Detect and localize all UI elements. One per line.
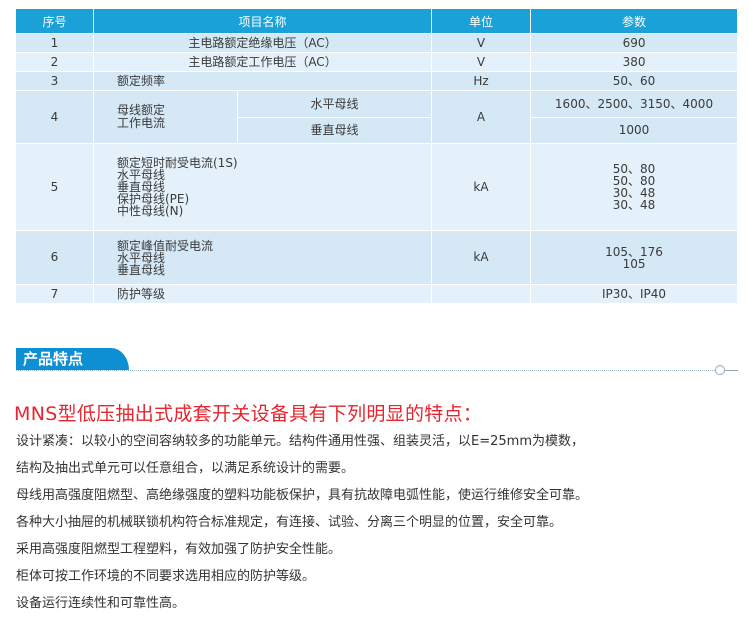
cell-no: 2 <box>16 53 94 72</box>
cell-no: 5 <box>16 144 94 231</box>
cell-value: 50、60 <box>531 72 739 91</box>
cell-value: IP30、IP40 <box>531 285 739 304</box>
cell-no: 3 <box>16 72 94 91</box>
cell-item: 主电路额定绝缘电压（AC） <box>94 34 433 53</box>
cell-value: 690 <box>531 34 739 53</box>
feature-item: 母线用高强度阻燃型、高绝缘强度的塑料功能板保护，具有抗故障电弧性能，使运行维修安… <box>16 488 589 503</box>
table-row: 4 母线额定 工作电流 水平母线 A 1600、2500、3150、4000 <box>16 91 739 144</box>
section-divider <box>16 370 717 371</box>
table-header-row: 序号 项目名称 单位 参数 <box>16 9 739 34</box>
table-row: 6 额定峰值耐受电流 水平母线 垂直母线 kA 105、176 105 <box>16 231 739 285</box>
features-headline: MNS型低压抽出式成套开关设备具有下列明显的特点： <box>14 403 483 425</box>
cell-value: 1600、2500、3150、4000 <box>531 91 739 118</box>
feature-item: 采用高强度阻燃型工程塑料，有效加强了防护安全性能。 <box>16 542 342 557</box>
table-row: 1 主电路额定绝缘电压（AC） V 690 <box>16 34 739 53</box>
cell-no: 7 <box>16 285 94 304</box>
cell-unit: kA <box>432 231 532 285</box>
cell-item: 母线额定 工作电流 <box>94 91 238 144</box>
feature-item: 设计紧凑：以较小的空间容纳较多的功能单元。结构件通用性强、组装灵活，以E=25m… <box>16 434 584 449</box>
table-row: 7 防护等级 IP30、IP40 <box>16 285 739 304</box>
cell-unit: V <box>432 34 532 53</box>
cell-value: 105、176 105 <box>531 231 739 285</box>
features-list: 设计紧凑：以较小的空间容纳较多的功能单元。结构件通用性强、组装灵活，以E=25m… <box>16 433 588 622</box>
cell-item-line: 中性母线(N) <box>117 204 184 218</box>
cell-item-line: 水平母线 <box>117 250 166 265</box>
feature-item: 各种大小抽屉的机械联锁机构符合标准规定，有连接、试验、分离三个明显的位置，安全可… <box>16 515 563 530</box>
cell-value-line: 105 <box>622 256 646 271</box>
cell-value: 380 <box>531 53 739 72</box>
cell-value-line: 105、176 <box>605 244 663 259</box>
feature-item: 结构及抽出式单元可以任意组合，以满足系统设计的需要。 <box>16 461 355 476</box>
header-unit: 单位 <box>432 9 532 34</box>
cell-unit: V <box>432 53 532 72</box>
cell-item-line: 额定峰值耐受电流 <box>117 238 214 253</box>
spec-table: 序号 项目名称 单位 参数 1 主电路额定绝缘电压（AC） V 690 2 主电… <box>16 9 739 304</box>
cell-no: 1 <box>16 34 94 53</box>
table-row: 2 主电路额定工作电压（AC） V 380 <box>16 53 739 72</box>
cell-unit <box>432 285 532 304</box>
cell-unit: Hz <box>432 72 532 91</box>
cell-item: 额定频率 <box>94 72 433 91</box>
cell-subitem: 垂直母线 <box>238 118 433 144</box>
cell-item-line: 工作电流 <box>117 116 166 130</box>
cell-unit: kA <box>432 144 532 231</box>
cell-no: 6 <box>16 231 94 285</box>
cell-value-line: 30、48 <box>612 198 656 212</box>
cell-no: 4 <box>16 91 94 144</box>
feature-item: 设备运行连续性和可靠性高。 <box>16 596 186 611</box>
header-item: 项目名称 <box>94 9 433 34</box>
section-divider-tail <box>725 370 738 371</box>
cell-item: 额定峰值耐受电流 水平母线 垂直母线 <box>94 231 433 285</box>
header-value: 参数 <box>531 9 739 34</box>
cell-item: 防护等级 <box>94 285 433 304</box>
feature-item: 柜体可按工作环境的不同要求选用相应的防护等级。 <box>16 569 316 584</box>
header-no: 序号 <box>16 9 94 34</box>
cell-subitem: 水平母线 <box>238 91 433 118</box>
cell-value: 1000 <box>531 118 739 144</box>
cell-item: 主电路额定工作电压（AC） <box>94 53 433 72</box>
cell-item-line: 垂直母线 <box>117 262 166 277</box>
section-title: 产品特点 <box>16 348 129 370</box>
circle-icon <box>715 365 725 375</box>
cell-item: 额定短时耐受电流(1S) 水平母线 垂直母线 保护母线(PE) 中性母线(N) <box>94 144 433 231</box>
cell-value: 50、80 50、80 30、48 30、48 <box>531 144 739 231</box>
section-header: 产品特点 <box>16 348 738 375</box>
table-row: 5 额定短时耐受电流(1S) 水平母线 垂直母线 保护母线(PE) 中性母线(N… <box>16 144 739 231</box>
cell-unit: A <box>432 91 532 144</box>
table-row: 3 额定频率 Hz 50、60 <box>16 72 739 91</box>
